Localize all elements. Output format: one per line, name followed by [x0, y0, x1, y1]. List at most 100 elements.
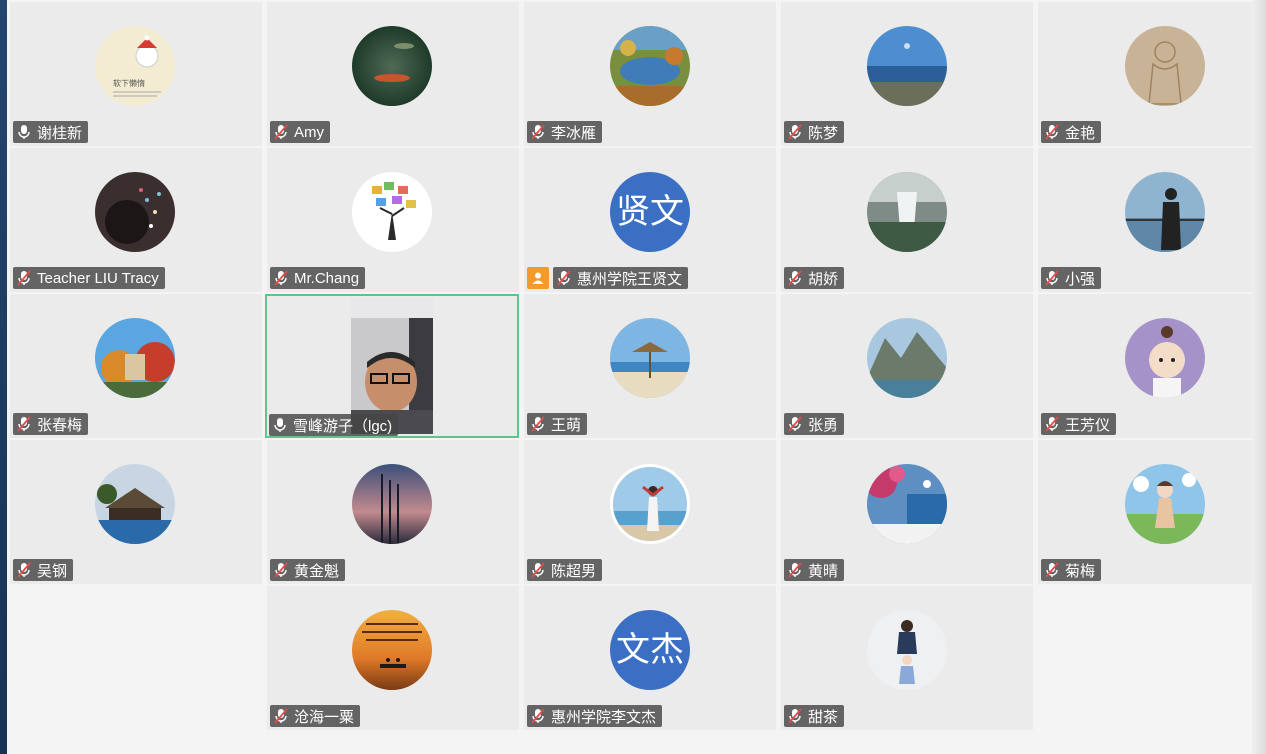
participant-name: 小强: [1065, 270, 1096, 288]
participant-tile[interactable]: 金艳: [1038, 2, 1252, 146]
participant-name: 王芳仪: [1065, 416, 1111, 434]
participant-name: 金艳: [1065, 124, 1096, 142]
microphone-muted-icon: [531, 124, 545, 140]
participant-tile[interactable]: 吴钢: [10, 440, 262, 584]
avatar: [352, 610, 432, 690]
avatar: [95, 172, 175, 252]
participant-tile[interactable]: 王芳仪: [1038, 294, 1252, 438]
microphone-muted-icon: [1045, 124, 1059, 140]
participant-tile[interactable]: 小强: [1038, 148, 1252, 292]
avatar: [867, 172, 947, 252]
participant-name: 张春梅: [37, 416, 83, 434]
participant-name-tag: 惠州学院王贤文: [553, 267, 689, 289]
participant-name: 黄晴: [808, 562, 839, 580]
participant-name-tag: 惠州学院李文杰: [527, 705, 663, 727]
participant-name: 胡娇: [808, 270, 839, 288]
participant-tile[interactable]: 黄金魁: [267, 440, 519, 584]
microphone-muted-icon: [531, 416, 545, 432]
participant-tile[interactable]: 贤文 惠州学院王贤文: [524, 148, 776, 292]
participant-name-tag: 张勇: [784, 413, 845, 435]
participant-tile[interactable]: Mr.Chang: [267, 148, 519, 292]
microphone-muted-icon: [17, 416, 31, 432]
participant-tile[interactable]: 沧海一粟: [267, 586, 519, 730]
participant-name-tag: Mr.Chang: [270, 267, 366, 289]
avatar: [352, 172, 432, 252]
microphone-muted-icon: [274, 124, 288, 140]
avatar: [352, 464, 432, 544]
participant-name-tag: 金艳: [1041, 121, 1102, 143]
participant-name-tag: 小强: [1041, 267, 1102, 289]
avatar: [867, 26, 947, 106]
microphone-icon: [17, 124, 31, 140]
desktop-edge-left: [0, 0, 7, 754]
participant-name: Teacher LIU Tracy: [37, 269, 159, 287]
participant-name: 谢桂新: [37, 124, 83, 142]
host-badge: [527, 267, 549, 289]
scroll-edge-right: [1252, 0, 1266, 754]
participant-name-tag: 张春梅: [13, 413, 89, 435]
participant-name: 甜茶: [808, 708, 839, 726]
avatar: [867, 318, 947, 398]
participant-name: Mr.Chang: [294, 269, 360, 287]
participant-name-tag: 黄金魁: [270, 559, 346, 581]
avatar: [1125, 464, 1205, 544]
microphone-muted-icon: [788, 708, 802, 724]
microphone-icon: [273, 417, 287, 433]
avatar: [95, 464, 175, 544]
microphone-muted-icon: [1045, 562, 1059, 578]
participant-name-tag: 陈梦: [784, 121, 845, 143]
avatar: [867, 464, 947, 544]
participant-tile-speaking[interactable]: 雪峰游子（lgc): [265, 294, 519, 438]
participant-name: 张勇: [808, 416, 839, 434]
participant-tile[interactable]: 软下懒惰 谢桂新: [10, 2, 262, 146]
participant-name: 惠州学院王贤文: [577, 270, 683, 288]
avatar: [610, 464, 690, 544]
participant-name-tag: Teacher LIU Tracy: [13, 267, 165, 289]
participant-tile[interactable]: 李冰雁: [524, 2, 776, 146]
microphone-muted-icon: [788, 124, 802, 140]
participant-name-tag: 谢桂新: [13, 121, 89, 143]
participant-tile[interactable]: 黄晴: [781, 440, 1033, 584]
avatar: [1125, 172, 1205, 252]
participant-tile[interactable]: 文杰 惠州学院李文杰: [524, 586, 776, 730]
participant-name-tag: 黄晴: [784, 559, 845, 581]
participant-tile[interactable]: Teacher LIU Tracy: [10, 148, 262, 292]
participant-tile[interactable]: 菊梅: [1038, 440, 1252, 584]
participant-name: 黄金魁: [294, 562, 340, 580]
participant-tile[interactable]: 胡娇: [781, 148, 1033, 292]
participant-name: 王萌: [551, 416, 582, 434]
participant-name-tag: 胡娇: [784, 267, 845, 289]
participant-name-tag: 李冰雁: [527, 121, 603, 143]
participant-tile[interactable]: 陈超男: [524, 440, 776, 584]
participant-name-tag: 吴钢: [13, 559, 74, 581]
microphone-muted-icon: [531, 708, 545, 724]
participant-name: 吴钢: [37, 562, 68, 580]
participant-grid: 软下懒惰 谢桂新 Amy 李冰雁 陈梦 金艳 Teacher LIU Tracy…: [7, 2, 1252, 754]
microphone-muted-icon: [274, 562, 288, 578]
participant-tile[interactable]: 陈梦: [781, 2, 1033, 146]
participant-name-tag: 陈超男: [527, 559, 603, 581]
text-avatar: 贤文: [610, 172, 690, 252]
avatar: [610, 26, 690, 106]
participant-tile[interactable]: 甜茶: [781, 586, 1033, 730]
participant-name-tag: Amy: [270, 121, 330, 143]
text-avatar: 文杰: [610, 610, 690, 690]
participant-tile[interactable]: 王萌: [524, 294, 776, 438]
participant-name: 雪峰游子（lgc): [293, 417, 393, 435]
microphone-muted-icon: [788, 562, 802, 578]
avatar: [867, 610, 947, 690]
participant-name: 李冰雁: [551, 124, 597, 142]
participant-tile[interactable]: 张勇: [781, 294, 1033, 438]
microphone-muted-icon: [1045, 270, 1059, 286]
avatar: [610, 318, 690, 398]
person-icon: [532, 272, 544, 284]
participant-tile[interactable]: Amy: [267, 2, 519, 146]
participant-name: 惠州学院李文杰: [551, 708, 657, 726]
participant-name-tag: 雪峰游子（lgc): [269, 414, 399, 436]
microphone-muted-icon: [531, 562, 545, 578]
participant-name: 菊梅: [1065, 562, 1096, 580]
participant-tile[interactable]: 张春梅: [10, 294, 262, 438]
avatar-bubble-text: 软下懒惰: [113, 78, 145, 88]
participant-name-tag: 菊梅: [1041, 559, 1102, 581]
microphone-muted-icon: [557, 270, 571, 286]
